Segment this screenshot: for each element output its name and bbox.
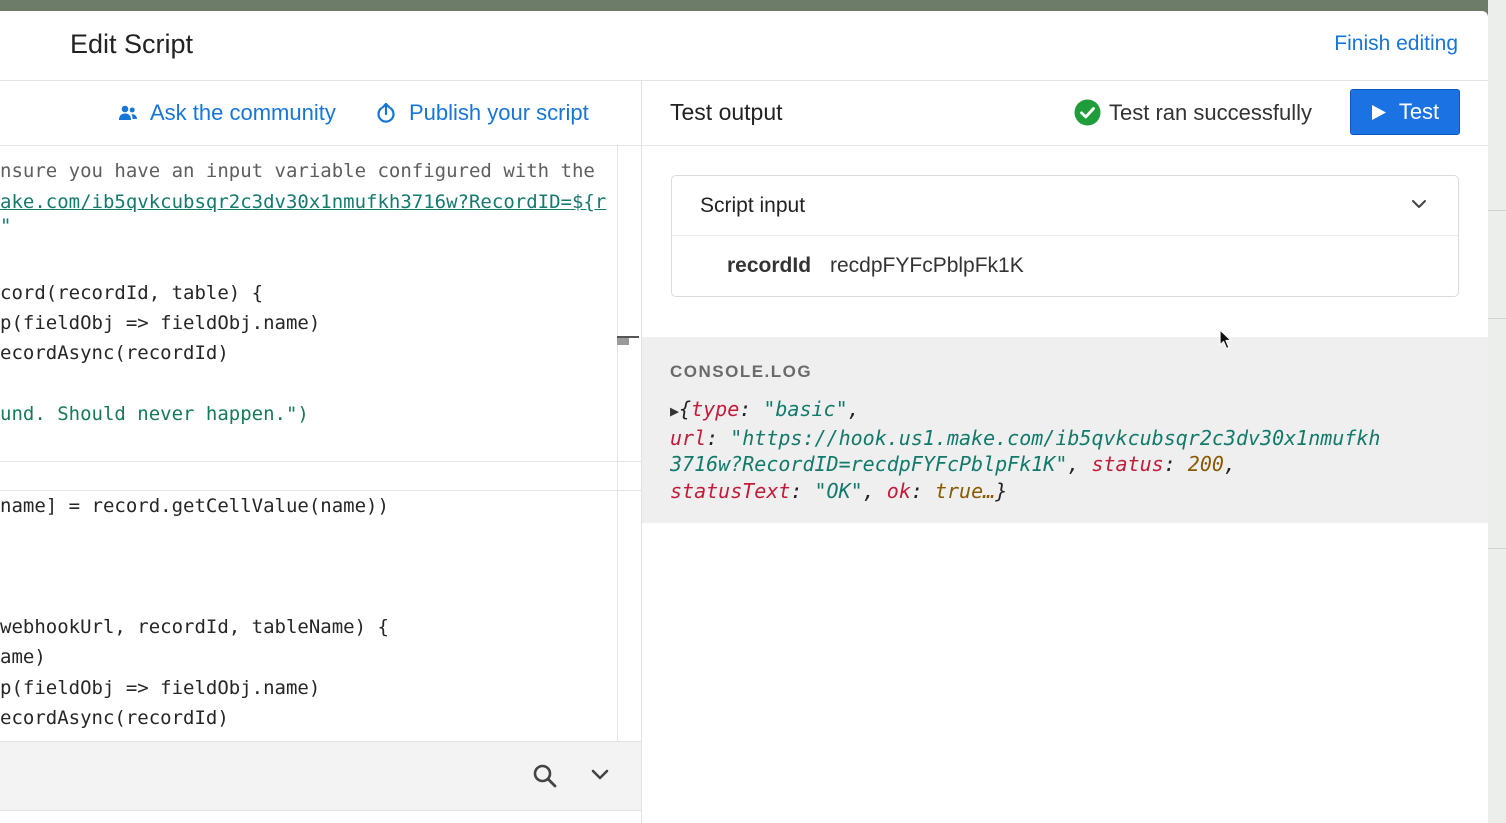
test-status-text: Test ran successfully [1109, 99, 1312, 125]
console-token: { [679, 397, 692, 421]
console-token: : [790, 478, 815, 503]
code-line: p(fieldObj => fieldObj.name) [0, 677, 321, 699]
console-token: : [1163, 452, 1188, 476]
chevron-down-icon[interactable] [1410, 198, 1428, 210]
ask-community-link[interactable]: Ask the community [118, 100, 336, 126]
test-output-panel: Test output Test ran successfully Test S… [642, 81, 1488, 823]
editor-footer [0, 741, 641, 811]
backdrop-right [1488, 0, 1506, 823]
console-token: url [670, 425, 707, 450]
console-line: ▶{type: "basic", [670, 396, 1470, 425]
console-token: , [847, 397, 860, 421]
code-line: ame) [0, 646, 46, 668]
console-token: "https://hook.us1.make.com/ib5qvkcubsqr2… [730, 425, 1381, 450]
code-line: cord(recordId, table) { [0, 282, 264, 304]
console-token: , [862, 478, 887, 503]
code-line: ecordAsync(recordId) [0, 342, 229, 364]
console-token: "OK" [814, 478, 863, 503]
code-area[interactable]: nsure you have an input variable configu… [0, 145, 618, 741]
test-button[interactable]: Test [1350, 89, 1460, 135]
console-token: 3716w?RecordID=recdpFYFcPblpFk1K" [670, 452, 1068, 476]
mouse-cursor-icon [1219, 329, 1232, 350]
code-line: p(fieldObj => fieldObj.name) [0, 312, 321, 334]
code-editor-panel: Ask the community Publish your script ns… [0, 81, 642, 823]
publish-script-label: Publish your script [409, 100, 589, 125]
play-icon [1371, 104, 1386, 120]
modal-header: Edit Script Finish editing [0, 11, 1488, 81]
console-token: ok [886, 478, 911, 503]
code-line: webhookUrl, recordId, tableName) { [0, 616, 389, 638]
code-line: name] = record.getCellValue(name)) [0, 495, 389, 517]
search-icon[interactable] [532, 763, 558, 789]
script-input-card: Script input recordId recdpFYFcPblpFk1K [671, 175, 1459, 297]
code-line: und. Should never happen.") [0, 403, 309, 425]
input-variable-name: recordId [727, 254, 812, 277]
test-output-title: Test output [670, 99, 783, 125]
script-input-title: Script input [700, 194, 806, 217]
console-token: statusText [670, 478, 791, 503]
scrollbar-marker [617, 338, 629, 345]
input-variable-value: recdpFYFcPblpFk1K [830, 254, 1024, 277]
test-status: Test ran successfully [1074, 99, 1312, 126]
chevron-down-icon[interactable] [590, 768, 610, 782]
publish-script-link[interactable]: Publish your script [375, 100, 589, 126]
script-input-header[interactable]: Script input [672, 176, 1458, 236]
console-token: : [910, 478, 935, 503]
finish-editing-button[interactable]: Finish editing [1334, 32, 1458, 56]
code-divider [0, 461, 641, 462]
test-output-header: Test output Test ran successfully Test [642, 81, 1488, 146]
code-line: ake.com/ib5qvkcubsqr2c3dv30x1nmufkh3716w… [0, 191, 607, 213]
page-title: Edit Script [70, 29, 194, 59]
console-label: CONSOLE.LOG [670, 362, 813, 381]
code-line: ecordAsync(recordId) [0, 707, 229, 729]
test-button-label: Test [1398, 99, 1440, 124]
expand-triangle-icon[interactable]: ▶ [670, 402, 679, 420]
console-line: 3716w?RecordID=recdpFYFcPblpFk1K", statu… [670, 451, 1470, 478]
console-token: type [691, 397, 740, 421]
console-token: 200 [1187, 452, 1224, 476]
console-token: status [1091, 452, 1164, 476]
console-token: : [706, 425, 731, 450]
community-icon [119, 105, 137, 120]
code-divider [0, 490, 641, 491]
edit-script-modal: Edit Script Finish editing Ask the commu… [0, 11, 1488, 823]
console-token: "basic" [763, 397, 848, 421]
console-line: url: "https://hook.us1.make.com/ib5qvkcu… [670, 425, 1470, 452]
console-token: true… [934, 478, 996, 503]
code-line: nsure you have an input variable configu… [0, 160, 595, 182]
ask-community-label: Ask the community [150, 100, 336, 125]
console-token: : [739, 397, 764, 421]
console-token: , [1067, 452, 1092, 476]
code-line: " [0, 215, 12, 237]
editor-toolbar: Ask the community Publish your script [0, 81, 641, 146]
console-token: } [995, 478, 1008, 503]
console-line: statusText: "OK", ok: true…} [670, 478, 1470, 505]
console-output: ▶{type: "basic", url: "https://hook.us1.… [670, 396, 1470, 504]
publish-icon [377, 102, 395, 123]
console-log-section: CONSOLE.LOG ▶{type: "basic", url: "https… [642, 337, 1488, 523]
console-token: , [1223, 452, 1236, 476]
check-circle-icon [1074, 99, 1101, 126]
